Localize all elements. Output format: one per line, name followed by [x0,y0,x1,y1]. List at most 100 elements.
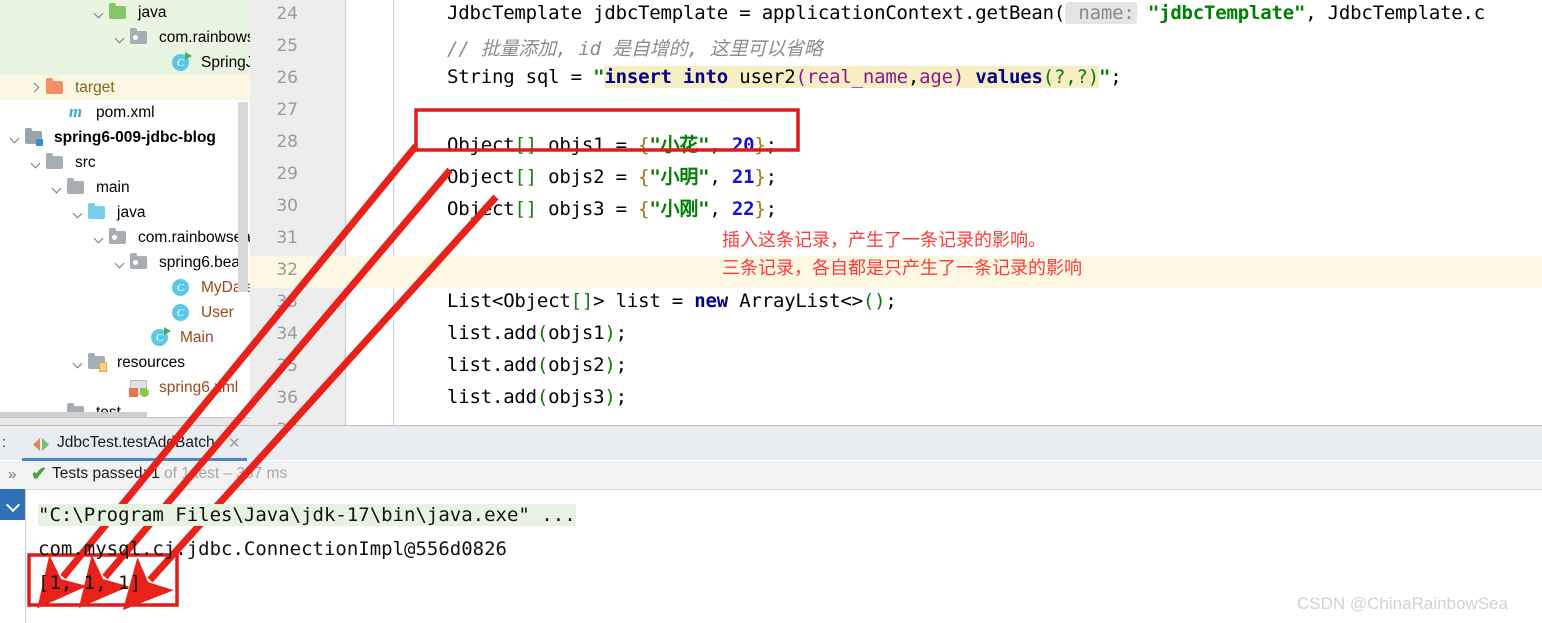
chevron-down-icon[interactable] [8,131,22,145]
annotation-text-1: 插入这条记录，产生了一条记录的影响。 [722,230,1046,251]
tree-item-label: spring6.xml [159,378,239,396]
tree-item-java[interactable]: java [0,0,250,25]
tree-item-label: spring6.bean [159,253,249,271]
tree-item-label: target [75,78,115,96]
class-runnable-icon: C [151,329,174,346]
line-number: 32 [276,260,298,280]
tree-item-src[interactable]: src [0,150,250,175]
test-run-icon [33,438,49,451]
line-number: 34 [276,324,298,344]
expand-chevrons-icon[interactable]: » [8,466,16,483]
code-line-28[interactable]: Object[] objs1 = {"小花", 20}; [447,130,777,157]
line-number: 28 [276,132,298,152]
chevron-down-icon [134,331,148,345]
tree-item-label: com.rainbowsea [138,228,250,246]
chevron-down-icon[interactable] [71,356,85,370]
code-line-33[interactable]: List<Object[]> list = new ArrayList<>(); [447,290,897,312]
tree-item-label: main [96,178,130,196]
tree-item-target[interactable]: target [0,75,250,100]
line-number: 36 [276,388,298,408]
console-collapse-toggle[interactable] [0,489,25,520]
class-icon: C [172,279,195,296]
tree-item-pom-xml[interactable]: m pom.xml [0,100,250,125]
line-number: 26 [276,68,298,88]
folder-orange-icon [46,78,69,94]
code-line-36[interactable]: list.add(objs3); [447,386,627,408]
console-line-3[interactable]: [1, 1, 1] [38,572,141,594]
chevron-right-icon[interactable] [29,81,43,95]
code-line-25[interactable]: // 批量添加, id 是自增的, 这里可以省略 [447,34,823,61]
tree-item-main[interactable]: main [0,175,250,200]
line-number: 27 [276,100,298,120]
tree-item-label: pom.xml [96,103,155,121]
tree-item-user[interactable]: C User [0,300,250,325]
code-line-35[interactable]: list.add(objs2); [447,354,627,376]
tree-item-springjdbcte[interactable]: C SpringJdbcTe [0,50,250,75]
check-icon: ✔ [31,464,47,485]
tree-item-com-rainbowsea[interactable]: com.rainbowsea [0,25,250,50]
chevron-down-icon[interactable] [50,181,64,195]
code-line-30[interactable]: Object[] objs3 = {"小刚", 22}; [447,194,777,221]
code-line-24[interactable]: JdbcTemplate jdbcTemplate = applicationC… [447,2,1485,24]
folder-gray-icon [46,153,69,169]
test-status-text: Tests passed: 1 of 1 test – 357 ms [52,465,287,483]
tree-item-label: src [75,153,96,171]
line-number: 24 [276,4,298,24]
project-tree-panel[interactable]: java com.rainbowsea C SpringJdbcTe target mpo… [0,0,250,425]
console-line-2[interactable]: com.mysql.cj.jdbc.ConnectionImpl@556d082… [38,538,507,560]
tree-item-spring6-bean[interactable]: spring6.bean [0,250,250,275]
annotation-text-2: 三条记录，各自都是只产生了一条记录的影响 [722,258,1082,279]
tree-item-label: spring6-009-jdbc-blog [54,128,216,146]
tree-item-label: java [117,203,146,221]
folder-green-icon [109,3,132,19]
tree-item-java[interactable]: java [0,200,250,225]
tree-item-spring6-xml[interactable]: spring6.xml [0,375,250,400]
resources-folder-icon [88,353,111,372]
tree-item-label: User [201,303,234,321]
test-tab-label[interactable]: JdbcTest.testAddBatch [57,434,215,452]
code-editor[interactable]: 2425262728293031323334353637JdbcTemplate… [250,0,1542,425]
tree-item-label: resources [117,353,186,371]
tree-item-main[interactable]: C Main [0,325,250,350]
module-icon [25,128,48,146]
class-icon: C [172,304,195,321]
status-detail: of 1 test – 357 ms [159,465,288,482]
gutter-border [345,0,346,425]
chevron-down-icon[interactable] [71,206,85,220]
package-icon [130,28,153,44]
tree-item-com-rainbowsea[interactable]: com.rainbowsea [0,225,250,250]
test-tab-strip[interactable]: : JdbcTest.testAddBatch ✕ [0,426,1542,461]
code-line-26[interactable]: String sql = "insert into user2(real_nam… [447,66,1122,88]
chevron-down-icon[interactable] [29,156,43,170]
tree-item-spring6-009-jdbc-blog[interactable]: spring6-009-jdbc-blog [0,125,250,150]
tree-item-label: java [138,3,167,21]
chevron-down-icon[interactable] [113,256,127,270]
chevron-down-icon [155,56,169,70]
xml-file-icon [129,380,153,397]
sidebar-bottom-tab-strip [0,412,147,417]
tree-item-label: com.rainbowsea [159,28,250,46]
line-number: 30 [276,196,298,216]
tree-item-resources[interactable]: resources [0,350,250,375]
test-status-row: » ✔ Tests passed: 1 of 1 test – 357 ms [0,461,1542,490]
console-gutter-border [25,489,26,623]
fold-region-border [393,0,394,425]
chevron-down-icon [50,106,64,120]
close-icon[interactable]: ✕ [228,434,241,452]
console-line-1[interactable]: "C:\Program Files\Java\jdk-17\bin\java.e… [38,504,576,526]
chevron-down-icon[interactable] [92,6,106,20]
tree-item-label: Main [180,328,214,346]
tree-item-mydataso[interactable]: CMyDataSo [0,275,250,300]
code-line-34[interactable]: list.add(objs1); [447,322,627,344]
line-number: 33 [276,292,298,312]
class-runnable-icon: C [172,54,195,71]
chevron-down-icon[interactable] [92,231,106,245]
project-tree-scrollbar[interactable] [238,102,248,292]
chevron-down-icon [155,306,169,320]
line-number: 31 [276,228,298,248]
package-icon [130,253,153,269]
package-icon [109,228,132,244]
code-line-29[interactable]: Object[] objs2 = {"小明", 21}; [447,162,777,189]
chevron-down-icon [155,281,169,295]
chevron-down-icon[interactable] [113,31,127,45]
